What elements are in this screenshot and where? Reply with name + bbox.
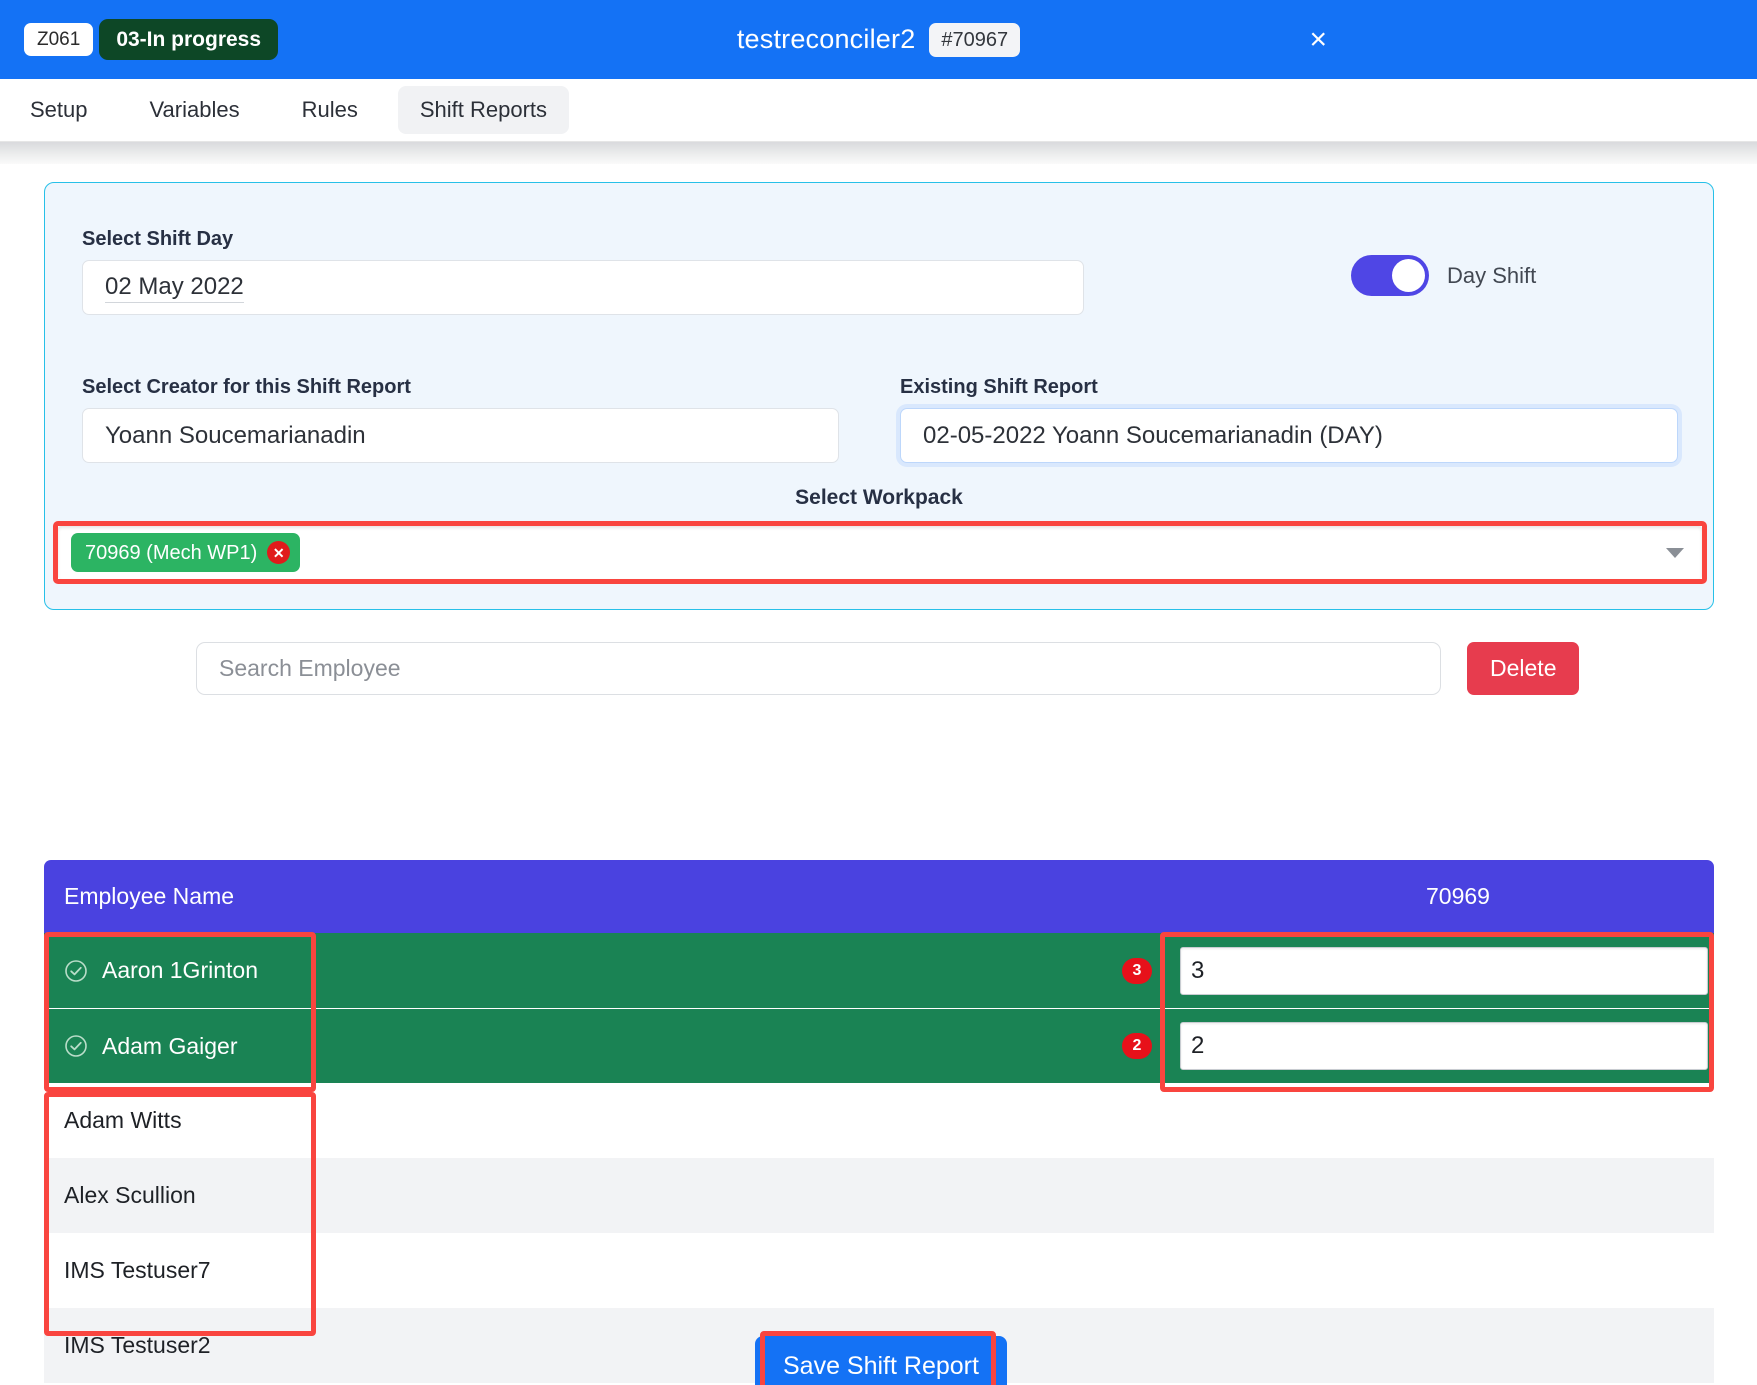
shift-day-value: 02 May 2022 [105,273,244,303]
table-row[interactable]: Aaron 1Grinton 3 [44,933,1714,1008]
existing-report-label: Existing Shift Report [900,376,1098,398]
table-row[interactable]: Adam Witts [44,1083,1714,1158]
existing-report-group: Existing Shift Report 02-05-2022 Yoann S… [900,376,1678,463]
count-badge: 3 [1122,957,1152,984]
quantity-cell [1174,1308,1714,1383]
column-header-employee-name: Employee Name [64,883,235,909]
row-spacer-cell [316,1308,1174,1383]
close-icon[interactable]: × [1309,24,1327,55]
tab-setup[interactable]: Setup [8,86,110,134]
save-shift-report-button[interactable]: Save Shift Report [755,1336,1007,1385]
quantity-cell [1174,1158,1714,1233]
employee-name-label: IMS Testuser2 [64,1332,211,1358]
title-bar-left: Z061 03-In progress [24,19,279,60]
shift-day-group: Select Shift Day 02 May 2022 [82,228,1084,315]
table-row[interactable]: IMS Testuser7 [44,1233,1714,1308]
quantity-cell [1174,1233,1714,1308]
column-header-workpack: 70969 [1426,883,1490,909]
tab-shift-reports[interactable]: Shift Reports [397,86,570,134]
page-title: testreconciler2 [736,24,916,54]
tab-variables[interactable]: Variables [128,86,262,134]
title-bar: Z061 03-In progress testreconciler2 #709… [0,0,1757,79]
workpack-chip-label: 70969 (Mech WP1) [85,541,258,564]
row-spacer-cell: 3 [316,933,1174,1008]
employee-table: Employee Name 70969 Aaron 1Grinton 3 3 A… [44,860,1714,1383]
quantity-cell [1174,933,1714,1008]
record-code-badge: Z061 [24,23,94,56]
ticket-number-badge: #70967 [929,22,1021,57]
creator-group: Select Creator for this Shift Report Yoa… [82,376,839,463]
table-header: Employee Name 70969 [44,860,1714,933]
employee-name-label: Aaron 1Grinton [102,957,258,983]
shift-report-form-panel: Select Shift Day 02 May 2022 Day Shift S… [44,182,1714,610]
existing-report-input[interactable]: 02-05-2022 Yoann Soucemarianadin (DAY) [900,408,1678,463]
day-shift-toggle-label: Day Shift [1447,262,1537,288]
employee-name-cell: Adam Gaiger [44,1009,316,1083]
quantity-cell [1174,1009,1714,1083]
creator-value: Yoann Soucemarianadin [105,421,366,449]
delete-button[interactable]: Delete [1467,642,1580,695]
workpack-select-annotation: 70969 (Mech WP1) ✕ [53,521,1707,584]
employee-name-cell: Aaron 1Grinton [44,933,316,1008]
employee-name-label: Adam Witts [64,1107,182,1133]
remove-workpack-icon[interactable]: ✕ [267,541,291,564]
day-shift-toggle[interactable] [1351,255,1429,296]
row-spacer-cell [316,1233,1174,1308]
tab-bar: Setup Variables Rules Shift Reports [0,79,1757,142]
creator-label: Select Creator for this Shift Report [82,376,411,398]
employee-name-cell: IMS Testuser2 [44,1308,316,1383]
table-row[interactable]: Adam Gaiger 2 [44,1008,1714,1083]
check-circle-icon [65,959,87,982]
quantity-cell [1174,1083,1714,1158]
search-employee-input[interactable] [196,642,1441,695]
quantity-input[interactable] [1180,1022,1708,1070]
employee-name-label: Adam Gaiger [102,1032,238,1059]
save-button-wrapper: Save Shift Report [755,1336,1007,1385]
tab-rules[interactable]: Rules [280,86,380,134]
employee-name-cell: Alex Scullion [44,1158,316,1233]
row-spacer-cell [316,1083,1174,1158]
shift-day-input[interactable]: 02 May 2022 [82,260,1084,315]
table-row[interactable]: Alex Scullion [44,1158,1714,1233]
count-badge: 2 [1122,1033,1152,1059]
workpack-label: Select Workpack [795,486,963,509]
app-window: Z061 03-In progress testreconciler2 #709… [0,0,1757,1385]
employee-name-cell: Adam Witts [44,1083,316,1158]
employee-search-row: Delete [196,642,1580,695]
creator-input[interactable]: Yoann Soucemarianadin [82,408,839,463]
status-badge: 03-In progress [99,19,279,60]
employee-name-label: Alex Scullion [64,1182,196,1208]
employee-name-label: IMS Testuser7 [64,1257,211,1283]
check-circle-icon [65,1035,87,1057]
row-spacer-cell [316,1158,1174,1233]
row-spacer-cell: 2 [316,1009,1174,1083]
workpack-chip: 70969 (Mech WP1) ✕ [71,533,301,572]
shift-day-label: Select Shift Day [82,228,234,250]
toggle-knob [1392,259,1425,292]
toolbar-divider [0,142,1757,164]
existing-report-value: 02-05-2022 Yoann Soucemarianadin (DAY) [923,421,1383,449]
quantity-input[interactable] [1180,946,1708,995]
employee-name-cell: IMS Testuser7 [44,1233,316,1308]
workpack-select[interactable]: 70969 (Mech WP1) ✕ [58,526,1702,579]
day-shift-toggle-group: Day Shift [1351,255,1536,296]
chevron-down-icon[interactable] [1666,547,1684,558]
